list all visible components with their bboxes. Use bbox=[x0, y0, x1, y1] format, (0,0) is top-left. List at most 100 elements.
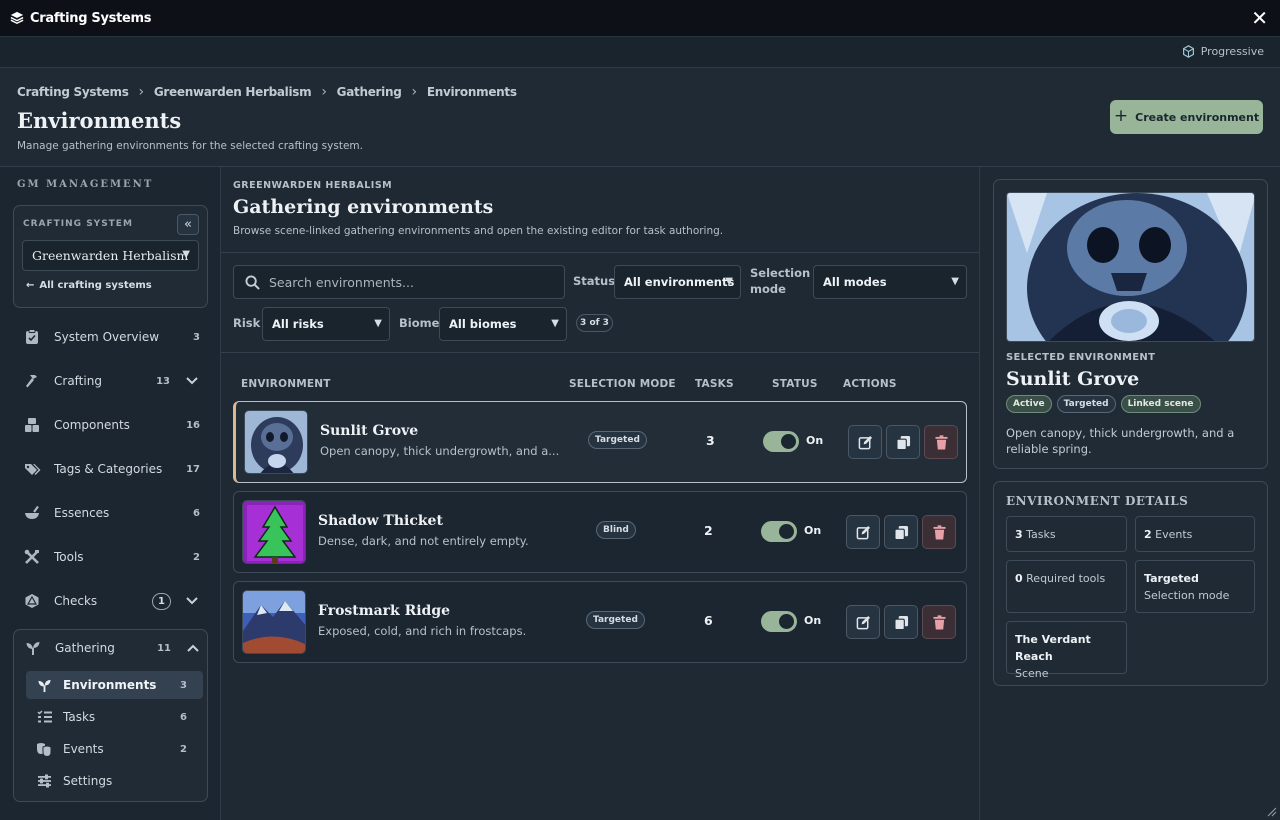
sidebar-subitem-tasks[interactable]: Tasks 6 bbox=[26, 703, 203, 731]
detail-required-tools: 0 Required tools bbox=[1006, 560, 1127, 613]
edit-icon bbox=[856, 615, 870, 629]
edit-button[interactable] bbox=[846, 515, 880, 549]
page-header: Crafting Systems › Greenwarden Herbalism… bbox=[0, 68, 1280, 167]
detail-events: 2 Events bbox=[1135, 516, 1255, 552]
status-toggle[interactable] bbox=[761, 521, 797, 542]
sidebar-item-label: Tools bbox=[54, 550, 84, 564]
status-filter-select[interactable]: All environments ▼ bbox=[614, 265, 741, 299]
status-toggle[interactable] bbox=[761, 611, 797, 632]
environment-thumbnail bbox=[242, 500, 306, 564]
sidebar-item-label: Gathering bbox=[55, 641, 115, 655]
sidebar-item-count: 3 bbox=[193, 331, 200, 343]
toggle-knob bbox=[781, 434, 796, 449]
task-count: 3 bbox=[706, 433, 715, 448]
status-badge: Active bbox=[1006, 395, 1052, 413]
delete-button[interactable] bbox=[924, 425, 958, 459]
sidebar-item-crafting[interactable]: Crafting 13 bbox=[13, 361, 208, 401]
sidebar-item-system-overview[interactable]: System Overview 3 bbox=[13, 317, 208, 357]
create-environment-label: Create environment bbox=[1135, 110, 1260, 124]
progressive-mode-indicator[interactable]: Progressive bbox=[1182, 45, 1264, 58]
duplicate-button[interactable] bbox=[886, 425, 920, 459]
close-icon[interactable]: ✕ bbox=[1251, 6, 1268, 30]
toggle-knob bbox=[779, 614, 794, 629]
sidebar-subitem-label: Settings bbox=[63, 774, 113, 788]
environment-name: Shadow Thicket bbox=[318, 513, 443, 529]
boxes-icon bbox=[23, 416, 41, 434]
selected-kicker: SELECTED ENVIRONMENT bbox=[1006, 352, 1156, 363]
environment-description: Exposed, cold, and rich in frostcaps. bbox=[318, 624, 527, 638]
sidebar-item-label: Crafting bbox=[54, 374, 102, 388]
selected-environment-card: SELECTED ENVIRONMENT Sunlit Grove Active… bbox=[993, 179, 1268, 469]
environment-description: Open canopy, thick undergrowth, and a... bbox=[320, 444, 560, 458]
divider bbox=[221, 252, 979, 253]
column-header-actions: ACTIONS bbox=[843, 378, 897, 390]
d20-icon bbox=[23, 592, 41, 610]
crafting-system-panel: CRAFTING SYSTEM « Greenwarden Herbalism … bbox=[13, 205, 208, 308]
all-crafting-systems-link[interactable]: ← All crafting systems bbox=[26, 280, 152, 291]
delete-button[interactable] bbox=[922, 605, 956, 639]
sidebar-item-gathering[interactable]: Gathering 11 bbox=[14, 628, 209, 668]
detail-tasks: 3 Tasks bbox=[1006, 516, 1127, 552]
selection-mode-badge: Targeted bbox=[588, 431, 647, 449]
sidebar-subitem-settings[interactable]: Settings bbox=[26, 767, 203, 795]
duplicate-button[interactable] bbox=[884, 515, 918, 549]
resize-handle-icon[interactable] bbox=[1265, 805, 1277, 817]
table-row[interactable]: Sunlit Grove Open canopy, thick undergro… bbox=[233, 401, 967, 483]
sidebar-item-label: System Overview bbox=[54, 330, 160, 344]
hammer-icon bbox=[23, 372, 41, 390]
chevron-down-icon[interactable] bbox=[186, 594, 198, 608]
status-label: On bbox=[806, 434, 824, 447]
column-header-status: STATUS bbox=[772, 378, 818, 390]
caret-down-icon: ▼ bbox=[551, 318, 559, 329]
masks-icon bbox=[36, 742, 52, 757]
delete-button[interactable] bbox=[922, 515, 956, 549]
sidebar-item-tags-categories[interactable]: Tags & Categories 17 bbox=[13, 449, 208, 489]
sidebar-item-label: Components bbox=[54, 418, 130, 432]
environment-description: Dense, dark, and not entirely empty. bbox=[318, 534, 529, 548]
main-kicker: GREENWARDEN HERBALISM bbox=[233, 180, 393, 191]
window-title: Crafting Systems bbox=[30, 10, 152, 26]
chevron-up-icon[interactable] bbox=[187, 641, 199, 655]
chevron-down-icon[interactable] bbox=[186, 374, 198, 388]
sidebar-subitem-environments[interactable]: Environments 3 bbox=[26, 671, 203, 699]
page-subtitle: Manage gathering environments for the se… bbox=[17, 140, 363, 152]
details-title: ENVIRONMENT DETAILS bbox=[1006, 494, 1189, 508]
environment-thumbnail bbox=[242, 590, 306, 654]
detail-panel: SELECTED ENVIRONMENT Sunlit Grove Active… bbox=[979, 167, 1280, 820]
sidebar-subitem-count: 2 bbox=[180, 743, 187, 755]
caret-down-icon: ▼ bbox=[182, 249, 190, 260]
search-field[interactable] bbox=[233, 265, 565, 299]
sidebar-item-tools[interactable]: Tools 2 bbox=[13, 537, 208, 577]
search-input[interactable] bbox=[269, 274, 539, 290]
detail-label: Selection mode bbox=[1144, 589, 1230, 602]
selection-mode-filter-select[interactable]: All modes ▼ bbox=[813, 265, 967, 299]
copy-icon bbox=[895, 435, 910, 450]
sidebar-subitem-label: Events bbox=[63, 742, 104, 756]
breadcrumb-item[interactable]: Greenwarden Herbalism bbox=[154, 85, 312, 99]
status-toggle[interactable] bbox=[763, 431, 799, 452]
breadcrumb-item[interactable]: Gathering bbox=[337, 85, 402, 99]
create-environment-button[interactable]: + Create environment bbox=[1110, 100, 1263, 134]
table-row[interactable]: Frostmark Ridge Exposed, cold, and rich … bbox=[233, 581, 967, 663]
sidebar-subitem-events[interactable]: Events 2 bbox=[26, 735, 203, 763]
detail-value: 3 bbox=[1015, 528, 1023, 541]
edit-button[interactable] bbox=[846, 605, 880, 639]
duplicate-button[interactable] bbox=[884, 605, 918, 639]
biome-filter-select[interactable]: All biomes ▼ bbox=[439, 307, 567, 341]
table-row[interactable]: Shadow Thicket Dense, dark, and not enti… bbox=[233, 491, 967, 573]
selection-mode-filter-label: Selection bbox=[750, 266, 811, 280]
breadcrumb-item[interactable]: Crafting Systems bbox=[17, 85, 129, 99]
page-title: Environments bbox=[17, 108, 182, 133]
crafting-system-select[interactable]: Greenwarden Herbalism ▼ bbox=[22, 240, 199, 271]
tags-icon bbox=[23, 460, 41, 478]
collapse-sidebar-button[interactable]: « bbox=[177, 214, 199, 235]
risk-filter-select[interactable]: All risks ▼ bbox=[262, 307, 390, 341]
edit-button[interactable] bbox=[848, 425, 882, 459]
sidebar-item-checks[interactable]: Checks 1 bbox=[13, 581, 208, 621]
environment-name: Frostmark Ridge bbox=[318, 603, 451, 619]
sidebar-item-count: 13 bbox=[156, 375, 170, 387]
trash-icon bbox=[934, 434, 948, 449]
sidebar-item-essences[interactable]: Essences 6 bbox=[13, 493, 208, 533]
chevron-right-icon: › bbox=[321, 84, 327, 100]
sidebar-item-components[interactable]: Components 16 bbox=[13, 405, 208, 445]
